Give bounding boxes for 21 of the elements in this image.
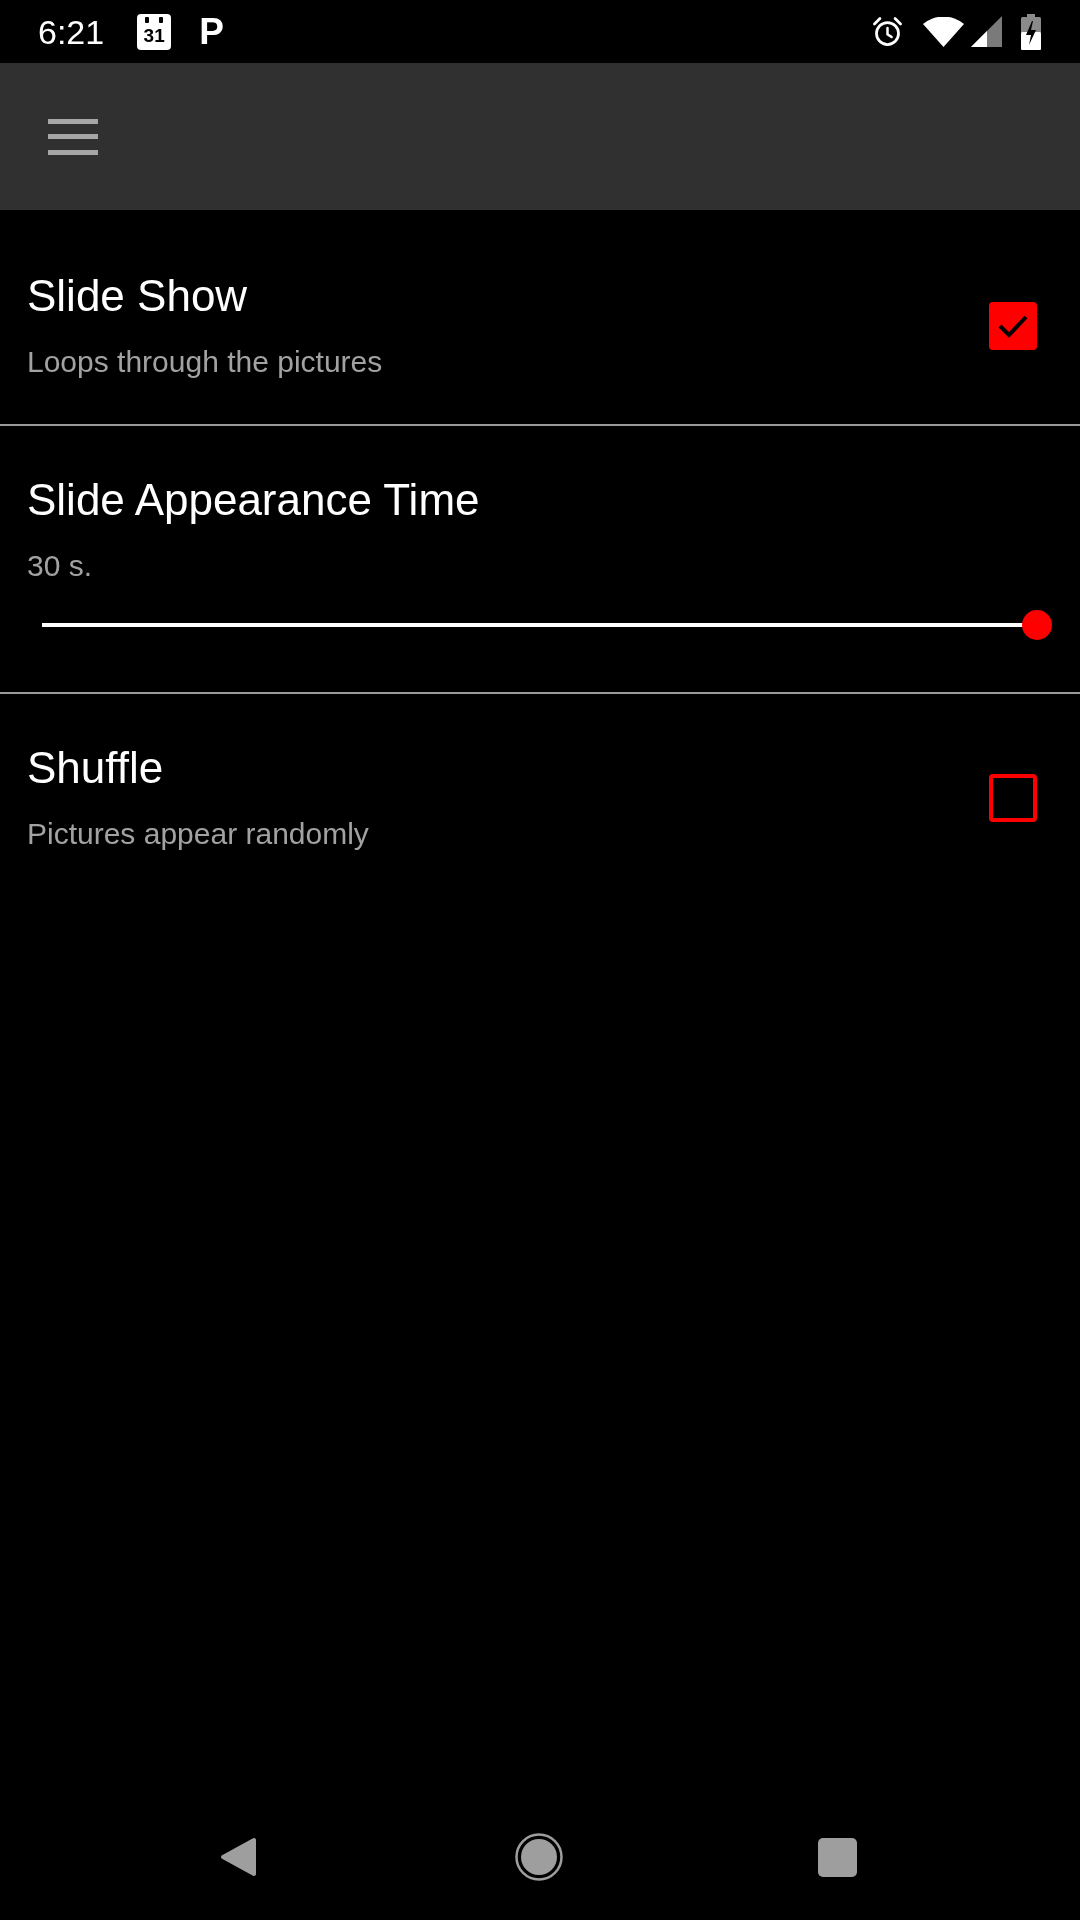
setting-title: Slide Appearance Time [27, 474, 481, 526]
setting-summary: Pictures appear randomly [27, 816, 370, 852]
checkbox[interactable] [989, 774, 1037, 822]
calendar-icon: 31 [137, 13, 172, 50]
recent-apps-icon[interactable] [818, 1837, 857, 1877]
checkbox[interactable] [989, 302, 1037, 350]
slider-thumb[interactable] [1022, 610, 1052, 640]
check-icon [997, 313, 1029, 339]
setting-title: Slide Show [27, 270, 249, 322]
letter-p-icon: P [199, 13, 224, 50]
home-icon[interactable] [515, 1833, 563, 1881]
alarm-clock-icon [871, 15, 904, 48]
setting-summary: Loops through the pictures [27, 344, 384, 380]
setting-summary: 30 s. [27, 548, 94, 584]
battery-charging-icon [1021, 13, 1041, 50]
status-time: 6:21 [38, 14, 105, 49]
back-icon[interactable] [220, 1837, 257, 1877]
menu-icon[interactable] [48, 118, 98, 155]
wifi-icon [923, 16, 964, 47]
setting-title: Shuffle [27, 742, 165, 794]
signal-icon [971, 16, 1002, 47]
